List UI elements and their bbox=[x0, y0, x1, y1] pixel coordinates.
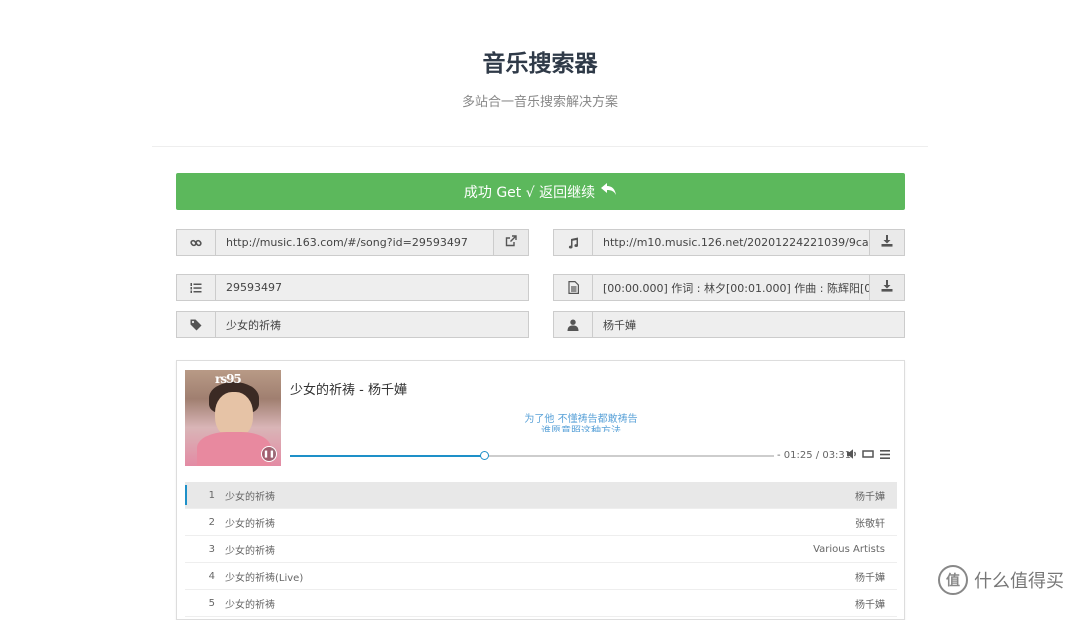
return-continue-label: 成功 Get √ 返回继续 bbox=[463, 184, 596, 201]
page-title: 音乐搜索器 bbox=[482, 51, 598, 77]
playlist-item-number: 5 bbox=[208, 597, 215, 609]
playlist-item-artist: 杨千嬅 bbox=[855, 572, 885, 584]
playlist-item-number: 2 bbox=[208, 516, 215, 528]
volume-button[interactable] bbox=[847, 449, 858, 462]
menu-icon bbox=[880, 449, 890, 462]
link-icon bbox=[177, 230, 216, 255]
artist-field: 杨千嬅 bbox=[553, 311, 905, 338]
list-ol-icon bbox=[177, 275, 216, 300]
playlist: 1 少女的祈祷 杨千嬅 2 少女的祈祷 张敬轩 3 少女的祈祷 Various … bbox=[185, 482, 897, 617]
open-link-button[interactable] bbox=[493, 230, 528, 255]
lyrics-field: [00:00.000] 作词 : 林夕[00:01.000] 作曲 : 陈辉阳[… bbox=[553, 274, 905, 301]
lyric-line-next: 谁愿意照这种方法 bbox=[541, 426, 621, 432]
menu-button[interactable] bbox=[880, 449, 890, 462]
song-id-field: 29593497 bbox=[176, 274, 529, 301]
now-playing-title: 少女的祈祷 - 杨千嬅 bbox=[290, 383, 407, 398]
song-link-field: http://music.163.com/#/song?id=29593497 bbox=[176, 229, 529, 256]
song-id-input[interactable]: 29593497 bbox=[216, 275, 528, 300]
download-icon bbox=[881, 280, 893, 295]
audio-url-field: http://m10.music.126.net/20201224221039/… bbox=[553, 229, 905, 256]
playlist-item-artist: Various Artists bbox=[813, 543, 885, 555]
album-cover: rs95 ❚❚ bbox=[185, 370, 281, 466]
playlist-item-artist: 张敬轩 bbox=[855, 518, 885, 530]
pause-button[interactable]: ❚❚ bbox=[261, 446, 277, 462]
volume-icon bbox=[847, 449, 858, 462]
return-continue-button[interactable]: 成功 Get √ 返回继续 bbox=[176, 173, 905, 210]
header-divider bbox=[152, 146, 928, 147]
watermark-logo-icon: 值 bbox=[938, 565, 968, 595]
progress-bar[interactable] bbox=[290, 451, 774, 460]
loop-icon bbox=[862, 449, 874, 462]
playlist-item-number: 1 bbox=[208, 489, 215, 501]
tag-icon bbox=[177, 312, 216, 337]
playlist-item-artist: 杨千嬅 bbox=[855, 491, 885, 503]
progress-thumb[interactable] bbox=[479, 451, 489, 460]
song-name-field: 少女的祈祷 bbox=[176, 311, 529, 338]
playlist-item-number: 4 bbox=[208, 570, 215, 582]
reply-icon bbox=[601, 183, 617, 200]
playlist-item-title: 少女的祈祷 bbox=[225, 545, 275, 557]
page-subtitle: 多站合一音乐搜索解决方案 bbox=[461, 95, 618, 110]
playlist-item[interactable]: 4 少女的祈祷(Live) 杨千嬅 bbox=[185, 563, 897, 590]
playlist-item-number: 3 bbox=[208, 543, 215, 555]
lyrics-input[interactable]: [00:00.000] 作词 : 林夕[00:01.000] 作曲 : 陈辉阳[… bbox=[593, 275, 869, 300]
playlist-item[interactable]: 1 少女的祈祷 杨千嬅 bbox=[185, 482, 897, 509]
cover-logo: rs95 bbox=[215, 372, 242, 386]
download-icon bbox=[881, 235, 893, 250]
artist-input[interactable]: 杨千嬅 bbox=[593, 312, 904, 337]
watermark: 值 什么值得买 bbox=[938, 565, 1064, 595]
download-audio-button[interactable] bbox=[869, 230, 904, 255]
audio-url-input[interactable]: http://m10.music.126.net/20201224221039/… bbox=[593, 230, 869, 255]
watermark-text: 什么值得买 bbox=[974, 571, 1064, 592]
song-name-input[interactable]: 少女的祈祷 bbox=[216, 312, 528, 337]
playlist-item-artist: 杨千嬅 bbox=[855, 599, 885, 611]
playlist-item-title: 少女的祈祷(Live) bbox=[225, 572, 304, 584]
song-link-input[interactable]: http://music.163.com/#/song?id=29593497 bbox=[216, 230, 493, 255]
playlist-item-title: 少女的祈祷 bbox=[225, 491, 275, 503]
cover-body bbox=[197, 432, 271, 466]
pause-icon: ❚❚ bbox=[263, 450, 275, 458]
download-lyrics-button[interactable] bbox=[869, 275, 904, 300]
user-icon bbox=[554, 312, 593, 337]
external-link-icon bbox=[505, 235, 517, 250]
playlist-item[interactable]: 3 少女的祈祷 Various Artists bbox=[185, 536, 897, 563]
progress-played bbox=[290, 455, 484, 457]
music-player: rs95 ❚❚ 少女的祈祷 - 杨千嬅 为了他 不懂祷告都敢祷告 谁愿意照这种方… bbox=[176, 360, 905, 620]
file-text-icon bbox=[554, 275, 593, 300]
time-display: - 01:25 / 03:31 bbox=[777, 450, 852, 461]
playlist-item-title: 少女的祈祷 bbox=[225, 518, 275, 530]
loop-button[interactable] bbox=[862, 449, 874, 462]
playlist-item-title: 少女的祈祷 bbox=[225, 599, 275, 611]
music-icon bbox=[554, 230, 593, 255]
playlist-item[interactable]: 2 少女的祈祷 张敬轩 bbox=[185, 509, 897, 536]
